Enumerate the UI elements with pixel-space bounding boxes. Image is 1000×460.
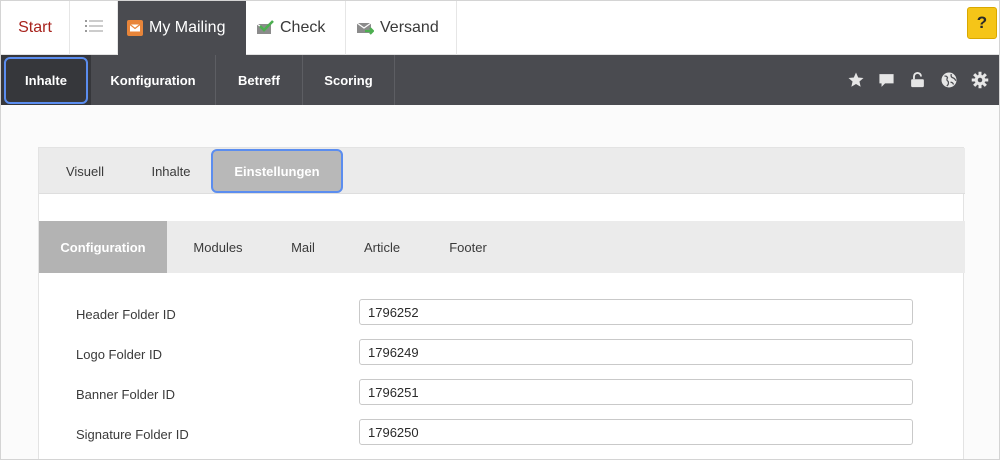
help-label: ? [976, 13, 988, 32]
envelope-icon [127, 20, 143, 36]
tab-configuration-label: Configuration [60, 239, 146, 255]
editor-tabs: Visuell Inhalte Einstellungen [39, 148, 965, 194]
comment-icon[interactable] [871, 55, 902, 105]
send-envelope-icon [356, 20, 374, 36]
tab-visuell-label: Visuell [65, 163, 105, 179]
nav-icon-group [840, 55, 995, 105]
signature-folder-label: Signature Folder ID [76, 427, 189, 442]
tab-einstellungen[interactable]: Einstellungen [211, 149, 343, 193]
main-nav: Inhalte Konfiguration Betreff Scoring [1, 55, 999, 105]
tab-start-label: Start [18, 19, 52, 36]
nav-betreff-label: Betreff [238, 72, 280, 88]
tab-versand-label: Versand [380, 19, 439, 36]
gear-icon[interactable] [964, 55, 995, 105]
tab-my-mailing[interactable]: My Mailing [118, 1, 246, 55]
banner-folder-input[interactable] [359, 379, 913, 405]
nav-konfiguration[interactable]: Konfiguration [91, 55, 216, 105]
field-row-signature-folder: Signature Folder ID [39, 419, 965, 459]
unlock-icon[interactable] [902, 55, 933, 105]
star-icon[interactable] [840, 55, 871, 105]
tab-my-mailing-label: My Mailing [149, 19, 226, 36]
nav-scoring[interactable]: Scoring [303, 55, 395, 105]
tab-article[interactable]: Article [337, 221, 427, 273]
nav-scoring-label: Scoring [324, 72, 373, 88]
tab-mail[interactable]: Mail [269, 221, 337, 273]
signature-folder-input[interactable] [359, 419, 913, 445]
tab-modules-label: Modules [193, 239, 243, 255]
nav-konfiguration-label: Konfiguration [110, 72, 196, 88]
tab-list[interactable] [70, 1, 118, 55]
tab-einstellungen-label: Einstellungen [234, 163, 320, 179]
logo-folder-input[interactable] [359, 339, 913, 365]
tab-visuell[interactable]: Visuell [41, 148, 129, 194]
tab-start[interactable]: Start [1, 1, 70, 55]
tab-mail-label: Mail [291, 239, 315, 255]
tab-check-label: Check [280, 19, 326, 36]
nav-inhalte[interactable]: Inhalte [1, 55, 91, 105]
tab-modules[interactable]: Modules [167, 221, 269, 273]
focus-outline [4, 57, 88, 104]
nav-betreff[interactable]: Betreff [216, 55, 303, 105]
settings-panel: Visuell Inhalte Einstellungen Configurat… [38, 147, 965, 459]
tab-article-label: Article [363, 239, 401, 255]
tab-check[interactable]: Check [246, 1, 346, 55]
tab-versand[interactable]: Versand [346, 1, 457, 55]
tab-inhalte[interactable]: Inhalte [129, 148, 213, 194]
tab-configuration[interactable]: Configuration [39, 221, 167, 273]
list-icon [84, 19, 103, 38]
banner-folder-label: Banner Folder ID [76, 387, 175, 402]
app-window: Start My Mailing Check Versand ? Inhalte… [0, 0, 1000, 460]
checkmark-envelope-icon [256, 20, 274, 36]
header-folder-input[interactable] [359, 299, 913, 325]
top-tab-bar: Start My Mailing Check Versand ? [1, 1, 999, 55]
help-button[interactable]: ? [967, 7, 997, 39]
header-folder-label: Header Folder ID [76, 307, 176, 322]
tab-footer-label: Footer [449, 239, 487, 255]
tab-footer[interactable]: Footer [427, 221, 509, 273]
tab-inhalte-label: Inhalte [151, 163, 191, 179]
globe-icon[interactable] [933, 55, 964, 105]
logo-folder-label: Logo Folder ID [76, 347, 162, 362]
settings-section-tabs: Configuration Modules Mail Article Foote… [39, 221, 965, 273]
